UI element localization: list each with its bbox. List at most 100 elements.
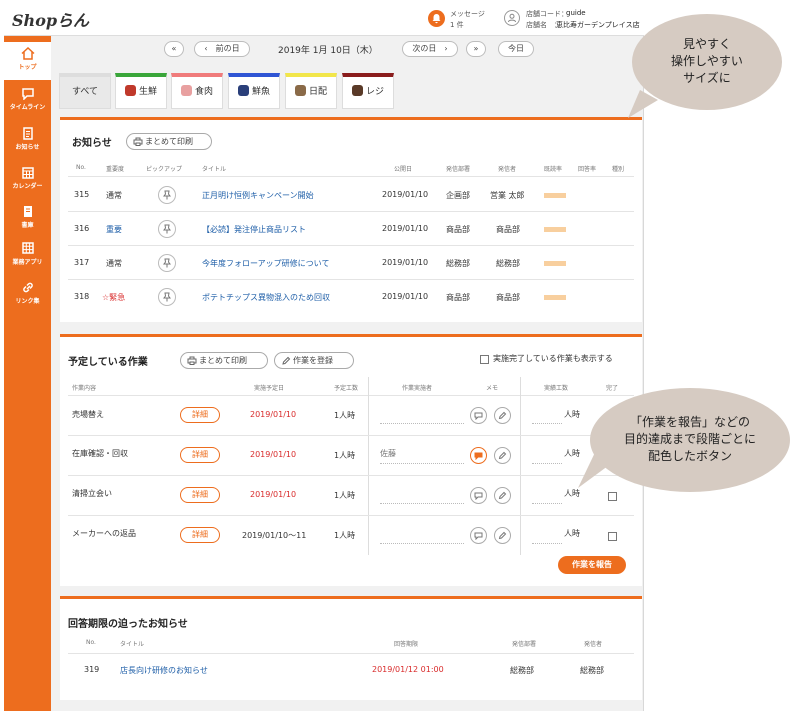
prev-day-button[interactable]: ‹ 前の日 xyxy=(194,41,250,57)
edit-icon[interactable] xyxy=(494,407,511,424)
message-count: 1 件 xyxy=(450,21,464,29)
notice-title-link[interactable]: 正月明け恒例キャンペーン開始 xyxy=(202,190,314,201)
notice-date: 2019/01/10 xyxy=(382,224,429,233)
notices-title: お知らせ xyxy=(72,138,112,149)
next-day-button[interactable]: 次の日 › xyxy=(402,41,458,57)
worker-field[interactable] xyxy=(380,543,464,544)
notice-dept: 企画部 xyxy=(446,191,470,200)
notice-date: 2019/01/10 xyxy=(382,190,429,199)
sidebar-item-label: お知らせ xyxy=(15,144,40,151)
sidebar-item-label: 業務アプリ xyxy=(12,259,43,266)
dairy-icon xyxy=(294,85,306,96)
task-detail-button[interactable]: 詳細 xyxy=(180,407,220,423)
app-logo[interactable]: Shopらん xyxy=(12,7,89,31)
actual-hours-field[interactable] xyxy=(532,423,562,424)
sidebar-item-links[interactable]: リンク集 xyxy=(4,276,51,314)
task-detail-button[interactable]: 詳細 xyxy=(180,447,220,463)
worker-field[interactable] xyxy=(380,503,464,504)
store-code-label: 店舗コード： xyxy=(526,10,568,18)
notices-print-all-button[interactable]: まとめて印刷 xyxy=(126,133,212,150)
sidebar-item-calendar[interactable]: カレンダー xyxy=(4,161,51,199)
printer-icon xyxy=(133,137,143,146)
row-divider xyxy=(68,245,634,246)
register-task-button[interactable]: 作業を登録 xyxy=(274,352,354,369)
read-rate-bar xyxy=(544,261,566,266)
calendar-icon xyxy=(21,167,34,179)
deadline-title-link[interactable]: 店長向け研修のお知らせ xyxy=(120,665,208,676)
task-date: 2019/01/10 xyxy=(250,410,297,419)
memo-icon[interactable] xyxy=(470,447,487,464)
column-divider xyxy=(520,377,521,555)
user-icon[interactable] xyxy=(504,10,520,26)
notice-importance: 通常 xyxy=(106,191,122,200)
category-tab-fresh[interactable]: 生鮮 xyxy=(115,73,167,109)
worker-field[interactable] xyxy=(380,463,464,464)
category-tab-daily[interactable]: 日配 xyxy=(285,73,337,109)
notice-title-link[interactable]: ポテトチップス異物混入のため回収 xyxy=(202,292,330,303)
sidebar-item-label: トップ xyxy=(18,64,37,71)
register-task-label: 作業を登録 xyxy=(293,356,333,365)
sidebar-item-timeline[interactable]: タイムライン xyxy=(4,82,51,120)
message-label[interactable]: メッセージ xyxy=(450,9,485,19)
task-actual: 人時 xyxy=(564,529,580,538)
notice-title-link[interactable]: 【必読】発注停止商品リスト xyxy=(202,224,306,235)
actual-hours-field[interactable] xyxy=(532,503,562,504)
sidebar-item-top[interactable]: トップ xyxy=(4,42,51,80)
memo-icon[interactable] xyxy=(470,487,487,504)
memo-icon[interactable] xyxy=(470,407,487,424)
col-header: 回答率 xyxy=(578,166,597,173)
category-tab-fish[interactable]: 鮮魚 xyxy=(228,73,280,109)
notice-title-link[interactable]: 今年度フォローアップ研修について xyxy=(202,258,329,269)
task-hours: 1人時 xyxy=(334,411,356,420)
task-detail-button[interactable]: 詳細 xyxy=(180,527,220,543)
edit-icon[interactable] xyxy=(494,527,511,544)
tasks-print-all-button[interactable]: まとめて印刷 xyxy=(180,352,268,369)
read-rate-bar xyxy=(544,227,566,232)
last-day-button[interactable]: » xyxy=(466,41,486,57)
category-label: 日配 xyxy=(308,87,327,97)
sidebar-item-notices[interactable]: お知らせ xyxy=(4,122,51,160)
pin-icon[interactable] xyxy=(158,288,176,306)
row-divider xyxy=(68,515,634,516)
notice-importance: ☆緊急 xyxy=(102,293,126,302)
actual-hours-field[interactable] xyxy=(532,543,562,544)
category-tab-meat[interactable]: 食肉 xyxy=(171,73,223,109)
col-header: 発信者 xyxy=(584,641,603,648)
notice-no: 318 xyxy=(74,292,90,301)
bell-icon[interactable] xyxy=(428,10,445,27)
callout-line: 見やすく xyxy=(682,37,731,51)
column-divider xyxy=(368,377,369,555)
today-button[interactable]: 今日 xyxy=(498,41,534,57)
first-day-button[interactable]: « xyxy=(164,41,184,57)
col-header: 発信部署 xyxy=(446,166,471,173)
edit-icon[interactable] xyxy=(494,487,511,504)
sidebar-item-apps[interactable]: 業務アプリ xyxy=(4,237,51,275)
callout-line: 操作しやすい xyxy=(671,54,743,68)
task-date: 2019/01/10 xyxy=(250,490,297,499)
pin-icon[interactable] xyxy=(158,186,176,204)
report-task-button[interactable]: 作業を報告 xyxy=(558,556,626,574)
pin-icon[interactable] xyxy=(158,254,176,272)
show-completed-label[interactable]: 実施完了している作業も表示する xyxy=(493,353,613,364)
row-divider xyxy=(68,279,634,280)
memo-icon[interactable] xyxy=(470,527,487,544)
task-detail-button[interactable]: 詳細 xyxy=(180,487,220,503)
category-tab-all[interactable]: すべて xyxy=(59,73,111,109)
category-label: 生鮮 xyxy=(138,87,157,97)
complete-checkbox[interactable] xyxy=(608,492,617,501)
edit-icon[interactable] xyxy=(494,447,511,464)
pin-icon[interactable] xyxy=(158,220,176,238)
vegetable-icon xyxy=(124,85,136,96)
worker-field[interactable] xyxy=(380,423,464,424)
notice-sender: 商品部 xyxy=(496,293,520,302)
sidebar-item-library[interactable]: 書庫 xyxy=(4,200,51,238)
sidebar-item-label: リンク集 xyxy=(15,298,40,305)
task-name: 在庫確認・回収 xyxy=(72,449,128,458)
complete-checkbox[interactable] xyxy=(608,532,617,541)
actual-hours-field[interactable] xyxy=(532,463,562,464)
register-icon xyxy=(351,85,363,96)
meat-icon xyxy=(180,85,192,96)
show-completed-checkbox[interactable] xyxy=(480,355,489,364)
fish-icon xyxy=(237,85,249,96)
category-tab-register[interactable]: レジ xyxy=(342,73,394,109)
